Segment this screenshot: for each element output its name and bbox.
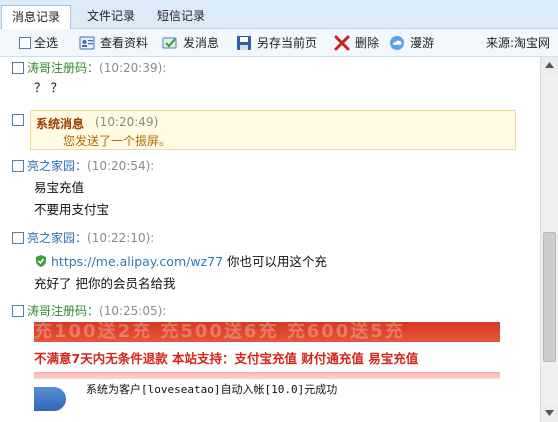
message-checkbox[interactable]: [12, 160, 24, 172]
delete-button[interactable]: 删除: [334, 29, 379, 57]
tab-sms-records[interactable]: 短信记录: [150, 5, 212, 29]
message-header: 涛哥注册码：(10:25:05):: [12, 303, 166, 319]
promo-banner-image: 充100送2充 充500送6充 充600送5充 不满意7天内无条件退款 本站支持…: [34, 322, 500, 382]
alipay-link[interactable]: https://me.alipay.com/wz77: [51, 254, 223, 269]
save-page-button[interactable]: 另存当前页: [236, 29, 317, 57]
view-profile-label: 查看资料: [100, 36, 149, 50]
banner-top-strip: 充100送2充 充500送6充 充600送5充: [34, 322, 500, 342]
toolbar: 全选 查看资料 发消息 另存当前页 删除 漫游 来源:淘宝网: [0, 29, 558, 57]
message-checkbox[interactable]: [12, 232, 24, 244]
message-header: 涛哥注册码：(10:20:39):: [12, 60, 166, 76]
message-time: (10:20:49): [95, 115, 159, 129]
message-checkbox[interactable]: [12, 305, 24, 317]
link-suffix-text: 你也可以用这个充: [223, 254, 328, 269]
message-checkbox[interactable]: [12, 114, 24, 126]
send-message-icon: [162, 33, 178, 49]
banner-middle-strip: 不满意7天内无条件退款 本站支持：支付宝充值 财付通充值 易宝充值: [34, 342, 500, 372]
cloud-icon: [389, 33, 405, 50]
banner-top-text: 充100送2充 充500送6充 充600送5充: [34, 322, 405, 342]
system-message-box: 系统消息 (10:20:49) 您发送了一个振屏。: [30, 110, 516, 150]
profile-card-icon: [79, 33, 95, 50]
delete-label: 删除: [355, 36, 380, 50]
roam-button[interactable]: 漫游: [389, 29, 434, 57]
message-history: 涛哥注册码：(10:20:39): ？ ？ 系统消息 (10:20:49) 您发…: [0, 57, 540, 422]
vertical-scrollbar[interactable]: [540, 57, 558, 422]
sender-name: 涛哥注册码：: [27, 61, 100, 75]
send-message-label: 发消息: [183, 36, 220, 50]
source-label: 来源:淘宝网: [485, 36, 550, 50]
send-message-button[interactable]: 发消息: [162, 29, 219, 57]
view-profile-button[interactable]: 查看资料: [79, 29, 148, 57]
save-page-label: 另存当前页: [257, 36, 318, 50]
delete-x-icon: [334, 33, 350, 51]
notice-button-graphic: [34, 387, 66, 411]
scroll-down-arrow[interactable]: [541, 405, 558, 422]
message-text: https://me.alipay.com/wz77 你也可以用这个充: [34, 253, 327, 271]
tab-file-records[interactable]: 文件记录: [80, 5, 142, 29]
tab-bar: 消息记录 文件记录 短信记录: [0, 0, 558, 30]
system-message-body: 您发送了一个振屏。: [63, 134, 172, 148]
notice-text: 系统为客户[loveseatao]自动入帐[10.0]元成功: [86, 383, 338, 396]
message-time: (10:25:05):: [99, 304, 167, 318]
message-text: ？ ？: [34, 80, 63, 95]
message-header: 亮之家园：(10:22:10):: [12, 230, 154, 246]
system-message-title: 系统消息: [36, 117, 85, 131]
sender-name: 涛哥注册码：: [27, 304, 100, 318]
message-text: 充好了 把你的会员名给我: [34, 276, 176, 291]
message-checkbox[interactable]: [12, 62, 24, 74]
message-time: (10:22:10):: [87, 231, 155, 245]
message-time: (10:20:39):: [99, 61, 167, 75]
roam-label: 漫游: [410, 36, 435, 50]
scrollbar-thumb[interactable]: [543, 232, 556, 362]
scroll-up-arrow[interactable]: [541, 57, 558, 74]
verified-shield-icon: [34, 254, 48, 268]
sender-name: 亮之家园：: [27, 231, 88, 245]
message-time: (10:20:54):: [87, 159, 155, 173]
select-all-checkbox[interactable]: [19, 37, 31, 49]
message-header: 亮之家园：(10:20:54):: [12, 158, 154, 174]
message-text: 易宝充值: [34, 180, 85, 195]
tab-message-records[interactable]: 消息记录: [1, 5, 71, 30]
banner-middle-text: 不满意7天内无条件退款 本站支持：支付宝充值 财付通充值 易宝充值: [34, 351, 419, 366]
select-all-toggle[interactable]: 全选: [19, 29, 58, 57]
save-disk-icon: [236, 33, 252, 50]
select-all-label: 全选: [34, 36, 59, 50]
recharge-notice-image: 系统为客户[loveseatao]自动入帐[10.0]元成功: [34, 379, 500, 419]
sender-name: 亮之家园：: [27, 159, 88, 173]
message-text: 不要用支付宝: [34, 202, 110, 217]
